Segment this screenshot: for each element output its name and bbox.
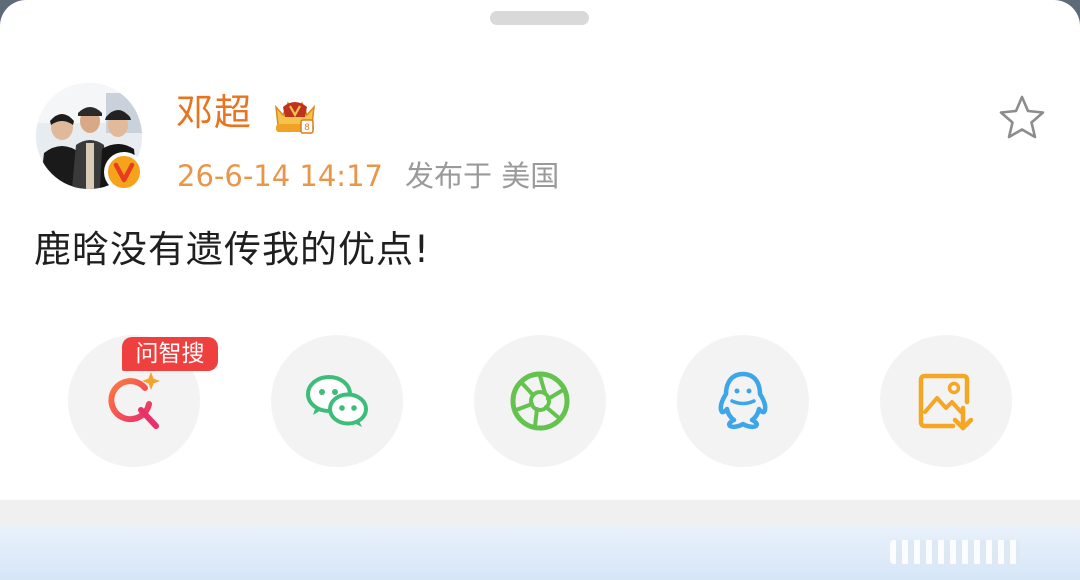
section-divider xyxy=(0,500,1080,526)
ai-search-icon xyxy=(108,372,160,429)
bottom-banner[interactable] xyxy=(0,526,1080,580)
share-sheet: 邓超 8 26-6-14 14:17 发布于 美国 鹿晗没有遗传我的优点! 问智搜 xyxy=(0,0,1080,580)
username[interactable]: 邓超 xyxy=(176,90,252,136)
svg-text:8: 8 xyxy=(304,123,310,133)
post-time: 26-6-14 14:17 xyxy=(177,159,383,193)
qq-share-button[interactable] xyxy=(677,335,809,467)
qq-icon xyxy=(718,371,768,430)
wechat-icon xyxy=(306,375,368,427)
moments-share-button[interactable] xyxy=(474,335,606,467)
favorite-star-icon[interactable] xyxy=(998,94,1046,140)
verified-badge-icon xyxy=(104,152,144,192)
save-image-icon xyxy=(918,373,974,431)
sheet-grabber[interactable] xyxy=(490,11,589,25)
post-meta: 26-6-14 14:17 发布于 美国 xyxy=(177,158,559,194)
moments-icon xyxy=(510,371,570,431)
banner-decoration xyxy=(890,540,1020,564)
vip-crown-icon: 8 xyxy=(274,101,316,134)
post-location: 发布于 美国 xyxy=(404,159,560,193)
ai-search-tag: 问智搜 xyxy=(122,337,218,371)
wechat-share-button[interactable] xyxy=(271,335,403,467)
save-image-button[interactable] xyxy=(880,335,1012,467)
post-text: 鹿晗没有遗传我的优点! xyxy=(34,228,430,271)
